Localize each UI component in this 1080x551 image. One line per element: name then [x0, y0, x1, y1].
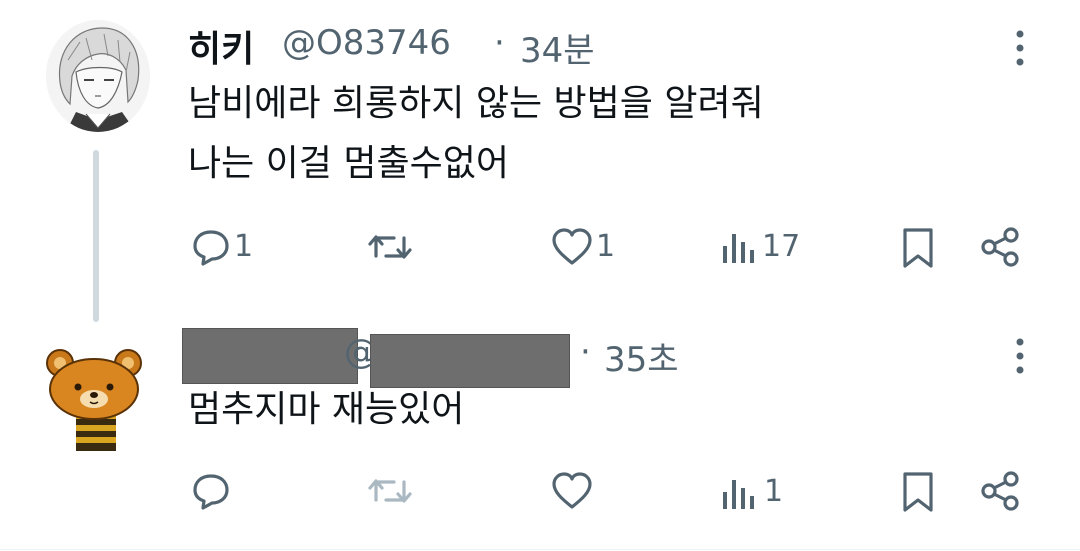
comment-icon[interactable] [190, 226, 232, 268]
bookmark-icon[interactable] [900, 470, 936, 514]
views-icon[interactable] [720, 474, 758, 512]
views-count: 1 [764, 474, 784, 509]
meta-separator: · [494, 23, 505, 63]
tweet-text-line-1: 남비에라 희롱하지 않는 방법을 알려줘 [188, 83, 764, 124]
avatar[interactable] [46, 20, 150, 132]
thread-line [93, 150, 99, 322]
retweet-icon[interactable] [366, 226, 414, 268]
views-count: 17 [762, 229, 801, 264]
avatar[interactable] [44, 347, 144, 451]
like-count: 1 [596, 229, 616, 264]
comment-icon[interactable] [190, 470, 232, 512]
more-vertical-icon[interactable] [1008, 28, 1032, 68]
tweet-timestamp[interactable]: 34분 [520, 23, 595, 72]
reply-count: 1 [234, 229, 254, 264]
meta-separator: · [580, 332, 591, 372]
author-name[interactable]: 히키 [188, 20, 254, 72]
heart-icon[interactable] [550, 226, 594, 268]
heart-icon[interactable] [550, 470, 594, 512]
redacted-handle [370, 334, 570, 388]
bookmark-icon[interactable] [900, 226, 936, 270]
share-icon[interactable] [978, 470, 1024, 512]
tweet-text-line-2: 나는 이걸 멈출수없어 [188, 143, 509, 184]
share-icon[interactable] [978, 226, 1024, 268]
reply-timestamp[interactable]: 35초 [604, 332, 679, 381]
redacted-display-name [182, 328, 358, 384]
reply-text: 멈추지마 재능있어 [188, 389, 465, 430]
more-vertical-icon[interactable] [1008, 336, 1032, 376]
divider [0, 549, 1080, 550]
author-handle[interactable]: @O83746 [282, 23, 451, 63]
views-icon[interactable] [720, 228, 758, 266]
retweet-icon[interactable] [366, 470, 414, 512]
